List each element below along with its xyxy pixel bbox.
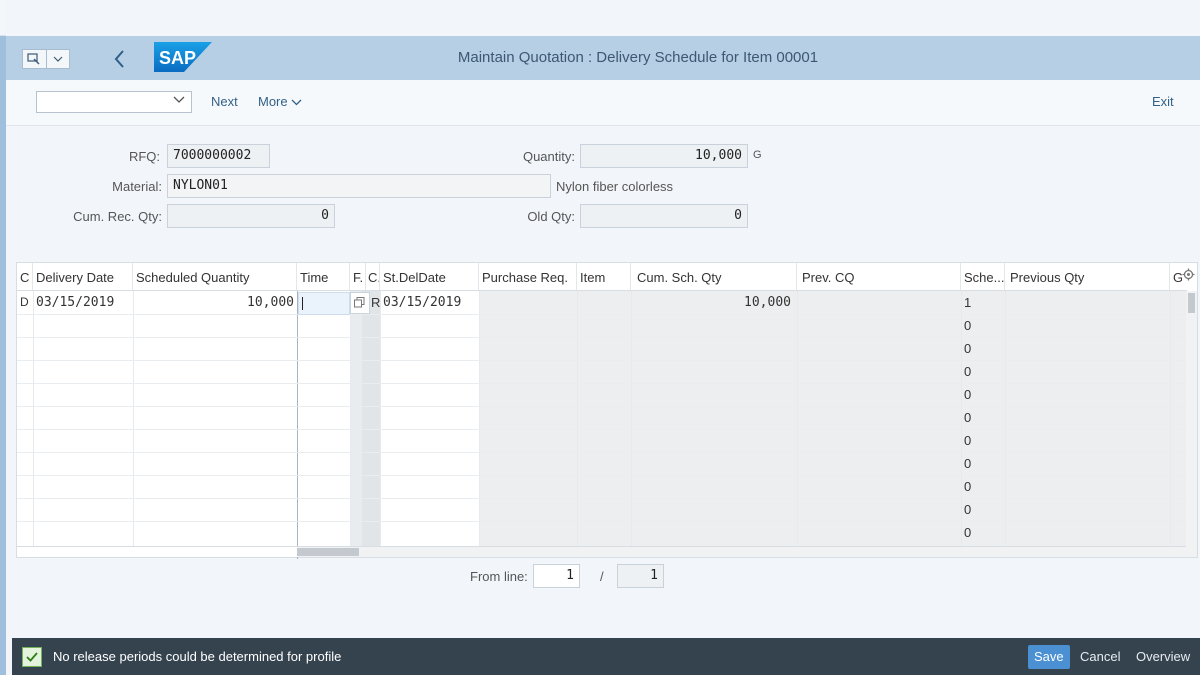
vertical-scrollbar[interactable]	[1186, 291, 1197, 557]
vertical-scroll-thumb[interactable]	[1188, 293, 1195, 313]
material-label: Material:	[112, 179, 162, 194]
old-qty-label: Old Qty:	[527, 209, 575, 224]
row1-scheduled-qty[interactable]: 10,000	[133, 292, 297, 315]
from-line-label: From line:	[470, 569, 528, 584]
rfq-label: RFQ:	[128, 149, 160, 164]
column-header-purchase-req[interactable]: Purchase Req.	[479, 263, 577, 291]
rfq-field[interactable]: 7000000002	[167, 144, 270, 168]
horizontal-scrollbar[interactable]	[297, 547, 1186, 557]
more-button[interactable]: More	[258, 94, 302, 109]
sche-value: 0	[964, 318, 972, 333]
row1-delivery-date[interactable]: 03/15/2019	[33, 292, 133, 315]
sche-value: 1	[964, 295, 972, 310]
exit-button[interactable]: Exit	[1152, 94, 1174, 109]
column-header-cum-sch-qty[interactable]: Cum. Sch. Qty	[631, 263, 797, 291]
row1-c: D	[20, 295, 29, 309]
from-line-input[interactable]: 1	[533, 564, 580, 588]
column-header-f[interactable]: F.	[350, 263, 366, 291]
cancel-button[interactable]: Cancel	[1074, 645, 1126, 669]
quantity-label: Quantity:	[522, 149, 575, 164]
save-button[interactable]: Save	[1028, 645, 1070, 669]
chevron-down-icon	[291, 99, 302, 106]
column-header-delivery-date[interactable]: Delivery Date	[33, 263, 133, 291]
horizontal-scroll-thumb[interactable]	[297, 548, 359, 556]
sche-value: 0	[964, 456, 972, 471]
cum-rec-qty-label: Cum. Rec. Qty:	[73, 209, 162, 224]
quantity-field[interactable]: 10,000	[580, 144, 748, 168]
shell-header: SAP Maintain Quotation : Delivery Schedu…	[6, 36, 1200, 80]
sche-value: 0	[964, 479, 972, 494]
settings-gear-icon[interactable]	[1182, 268, 1195, 284]
sche-value: 0	[964, 525, 972, 540]
status-message[interactable]: No release periods could be determined f…	[53, 649, 341, 664]
command-select[interactable]	[36, 91, 192, 113]
page-title: Maintain Quotation : Delivery Schedule f…	[457, 49, 819, 66]
delivery-schedule-table: C Delivery Date Scheduled Quantity Time …	[16, 262, 1198, 559]
total-lines-field: 1	[617, 564, 664, 588]
overview-button[interactable]: Overview	[1130, 645, 1196, 669]
column-header-time[interactable]: Time	[297, 263, 350, 291]
row1-st-del-date[interactable]: 03/15/2019	[380, 292, 479, 315]
sche-value: 0	[964, 433, 972, 448]
row1-c2: R	[371, 295, 380, 310]
next-button[interactable]: Next	[211, 94, 238, 109]
more-label: More	[258, 94, 288, 109]
material-field[interactable]: NYLON01	[167, 174, 551, 198]
shaded-column	[350, 291, 362, 547]
chevron-down-icon	[173, 95, 185, 107]
column-header-scheduled-quantity[interactable]: Scheduled Quantity	[133, 263, 297, 291]
sche-value: 0	[964, 502, 972, 517]
row1-time-input[interactable]	[298, 292, 350, 315]
sche-value: 0	[964, 341, 972, 356]
quantity-unit: G	[753, 149, 762, 161]
cum-rec-qty-field[interactable]: 0	[167, 204, 335, 228]
shaded-column	[362, 291, 380, 547]
row1-cum-sch-qty: 10,000	[744, 295, 791, 310]
material-description: Nylon fiber colorless	[556, 179, 674, 194]
sche-value: 0	[964, 410, 972, 425]
column-header-previous-qty[interactable]: Previous Qty	[1005, 263, 1170, 291]
sche-value: 0	[964, 364, 972, 379]
toolbar: Next More Exit	[6, 80, 1200, 126]
column-header-c[interactable]: C	[17, 263, 33, 291]
pager-separator: /	[600, 569, 604, 584]
old-qty-field[interactable]: 0	[580, 204, 748, 228]
shaded-column	[479, 291, 1186, 547]
column-header-g[interactable]: G	[1170, 263, 1182, 291]
column-header-prev-cq[interactable]: Prev. CQ	[797, 263, 961, 291]
success-check-icon	[22, 647, 42, 667]
value-help-icon[interactable]	[350, 292, 370, 314]
column-header-sche[interactable]: Sche...	[961, 263, 1005, 291]
column-header-st-del-date[interactable]: St.DelDate	[380, 263, 479, 291]
column-header-item[interactable]: Item	[577, 263, 631, 291]
sche-value: 0	[964, 387, 972, 402]
column-header-c2[interactable]: C.	[365, 263, 380, 291]
status-bar: No release periods could be determined f…	[12, 638, 1200, 675]
